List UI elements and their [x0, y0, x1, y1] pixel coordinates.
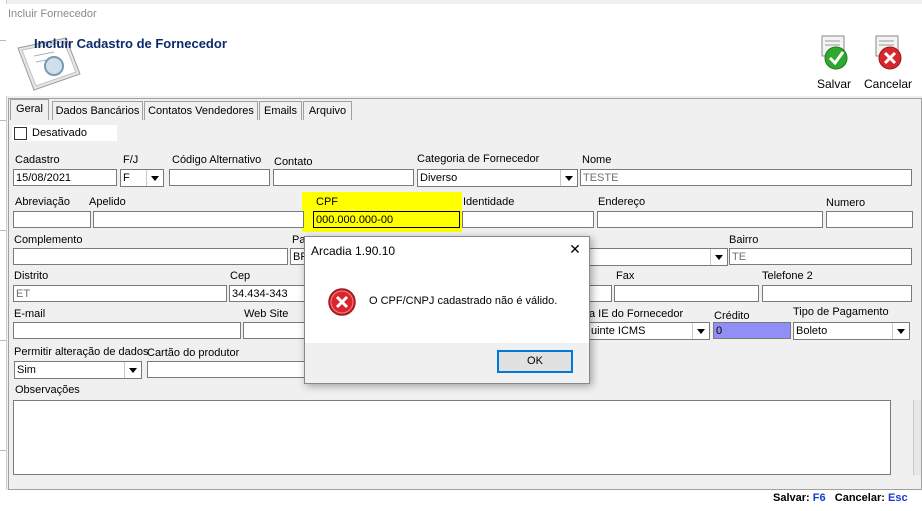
chevron-down-icon[interactable]: [692, 323, 709, 339]
endereco-label: Endereço: [598, 196, 646, 208]
dialog-title: Arcadia 1.90.10: [311, 244, 396, 258]
chevron-down-icon[interactable]: [124, 362, 141, 378]
shortcut-hints: Salvar: F6 Cancelar: Esc: [773, 492, 908, 504]
telefone2-field[interactable]: [762, 285, 912, 302]
distrito-field[interactable]: ET: [13, 285, 227, 302]
permitir-alteracao-select[interactable]: Sim: [14, 361, 142, 379]
numero-label: Numero: [826, 197, 866, 209]
chevron-down-icon[interactable]: [560, 170, 577, 186]
cancel-button-label: Cancelar: [864, 77, 913, 91]
contato-label: Contato: [274, 156, 313, 168]
complemento-field[interactable]: [13, 248, 288, 265]
save-button-label: Salvar: [816, 77, 851, 91]
telefone-field[interactable]: [588, 285, 612, 302]
ok-button[interactable]: OK: [497, 350, 573, 373]
desativado-checkbox-row[interactable]: Desativado: [12, 125, 117, 141]
categoria-label: Categoria de Fornecedor: [417, 153, 540, 165]
email-label: E-mail: [14, 308, 46, 320]
cep-field[interactable]: 34.434-343: [229, 285, 305, 302]
ie-fornecedor-value: uinte ICMS: [591, 325, 646, 337]
cadastro-label: Cadastro: [15, 154, 60, 166]
complemento-label: Complemento: [14, 234, 83, 246]
tipo-pagamento-label: Tipo de Pagamento: [793, 306, 889, 318]
cartao-produtor-label: Cartão do produtor: [147, 347, 240, 359]
scrollbar[interactable]: [913, 400, 921, 475]
error-dialog: Arcadia 1.90.10 ✕ O CPF/CNPJ cadastrado …: [304, 236, 590, 384]
cartao-produtor-field[interactable]: [147, 361, 305, 378]
cpf-label: CPF: [316, 196, 338, 208]
apelido-label: Apelido: [89, 196, 126, 208]
error-icon: [328, 288, 356, 316]
bairro-field[interactable]: TE: [729, 248, 912, 265]
ie-fornecedor-select[interactable]: uinte ICMS: [588, 322, 710, 340]
background-line: [0, 120, 6, 121]
cancel-shortcut-text: Cancelar:: [834, 492, 885, 504]
tab-arquivo[interactable]: Arquivo: [303, 101, 352, 120]
identidade-field[interactable]: [462, 211, 594, 228]
save-shortcut-text: Salvar:: [773, 492, 810, 504]
tab-geral[interactable]: Geral: [10, 99, 49, 120]
save-check-icon: [821, 35, 848, 70]
endereco-field[interactable]: [597, 211, 823, 228]
form-header: [6, 24, 922, 96]
cadastro-field[interactable]: 15/08/2021: [13, 169, 117, 186]
fj-value: F: [123, 172, 130, 184]
dialog-message: O CPF/CNPJ cadastrado não é válido.: [369, 295, 558, 307]
abreviacao-label: Abreviação: [15, 196, 71, 208]
cancel-button[interactable]: Cancelar: [864, 34, 912, 94]
window-titlebar: Incluir Fornecedor: [6, 4, 922, 24]
codigo-alternativo-field[interactable]: [169, 169, 270, 186]
apelido-field[interactable]: [93, 211, 304, 228]
cep-label: Cep: [230, 270, 251, 282]
ie-fornecedor-label: a IE do Fornecedor: [589, 308, 684, 320]
permitir-alteracao-label: Permitir alteração de dados: [14, 346, 149, 358]
desativado-label: Desativado: [32, 127, 88, 139]
website-label: Web Site: [244, 308, 289, 320]
permitir-alteracao-value: Sim: [17, 364, 36, 376]
fax-field[interactable]: [614, 285, 759, 302]
tipo-pagamento-select[interactable]: Boleto: [793, 322, 910, 340]
categoria-value: Diverso: [420, 172, 458, 184]
fj-select[interactable]: F: [120, 169, 164, 187]
desativado-checkbox[interactable]: [14, 127, 27, 140]
dialog-close-button[interactable]: ✕: [567, 241, 583, 257]
credito-label: Crédito: [714, 310, 750, 322]
credito-field[interactable]: 0: [713, 322, 791, 339]
bairro-label: Bairro: [729, 234, 759, 246]
nome-label: Nome: [582, 154, 612, 166]
telefone2-label: Telefone 2: [762, 270, 813, 282]
codigo-alternativo-label: Código Alternativo: [172, 154, 262, 166]
abreviacao-field[interactable]: [13, 211, 91, 228]
chevron-down-icon[interactable]: [710, 249, 727, 265]
background-line: [0, 340, 6, 341]
observacoes-label: Observações: [15, 384, 80, 396]
nome-field[interactable]: TESTE: [580, 169, 912, 186]
tipo-pagamento-value: Boleto: [796, 325, 828, 337]
fax-label: Fax: [616, 270, 635, 282]
save-button[interactable]: Salvar: [810, 34, 858, 94]
background-line: [0, 230, 6, 231]
tab-contatos-vendedores[interactable]: Contatos Vendedores: [144, 101, 258, 120]
chevron-down-icon[interactable]: [892, 323, 909, 339]
tab-emails[interactable]: Emails: [259, 101, 302, 120]
categoria-select[interactable]: Diverso: [417, 169, 578, 187]
save-shortcut-key: F6: [812, 492, 826, 504]
cancel-x-icon: [875, 35, 902, 70]
cpf-field[interactable]: 000.000.000-00: [313, 211, 460, 228]
email-field[interactable]: [13, 322, 241, 339]
website-field[interactable]: [243, 322, 306, 339]
numero-field[interactable]: [826, 211, 913, 228]
identidade-label: Identidade: [463, 196, 515, 208]
chevron-down-icon[interactable]: [146, 170, 163, 186]
observacoes-textarea[interactable]: [13, 400, 891, 475]
window-title: Incluir Fornecedor: [8, 8, 97, 20]
tab-dados-bancarios[interactable]: Dados Bancários: [52, 101, 143, 120]
contato-field[interactable]: [273, 169, 414, 186]
background-line: [0, 450, 6, 451]
fj-label: F/J: [123, 154, 139, 166]
page-title: Incluir Cadastro de Fornecedor: [34, 36, 227, 51]
cancel-shortcut-key: Esc: [887, 492, 908, 504]
cidade-select[interactable]: [588, 248, 728, 266]
distrito-label: Distrito: [14, 270, 49, 282]
